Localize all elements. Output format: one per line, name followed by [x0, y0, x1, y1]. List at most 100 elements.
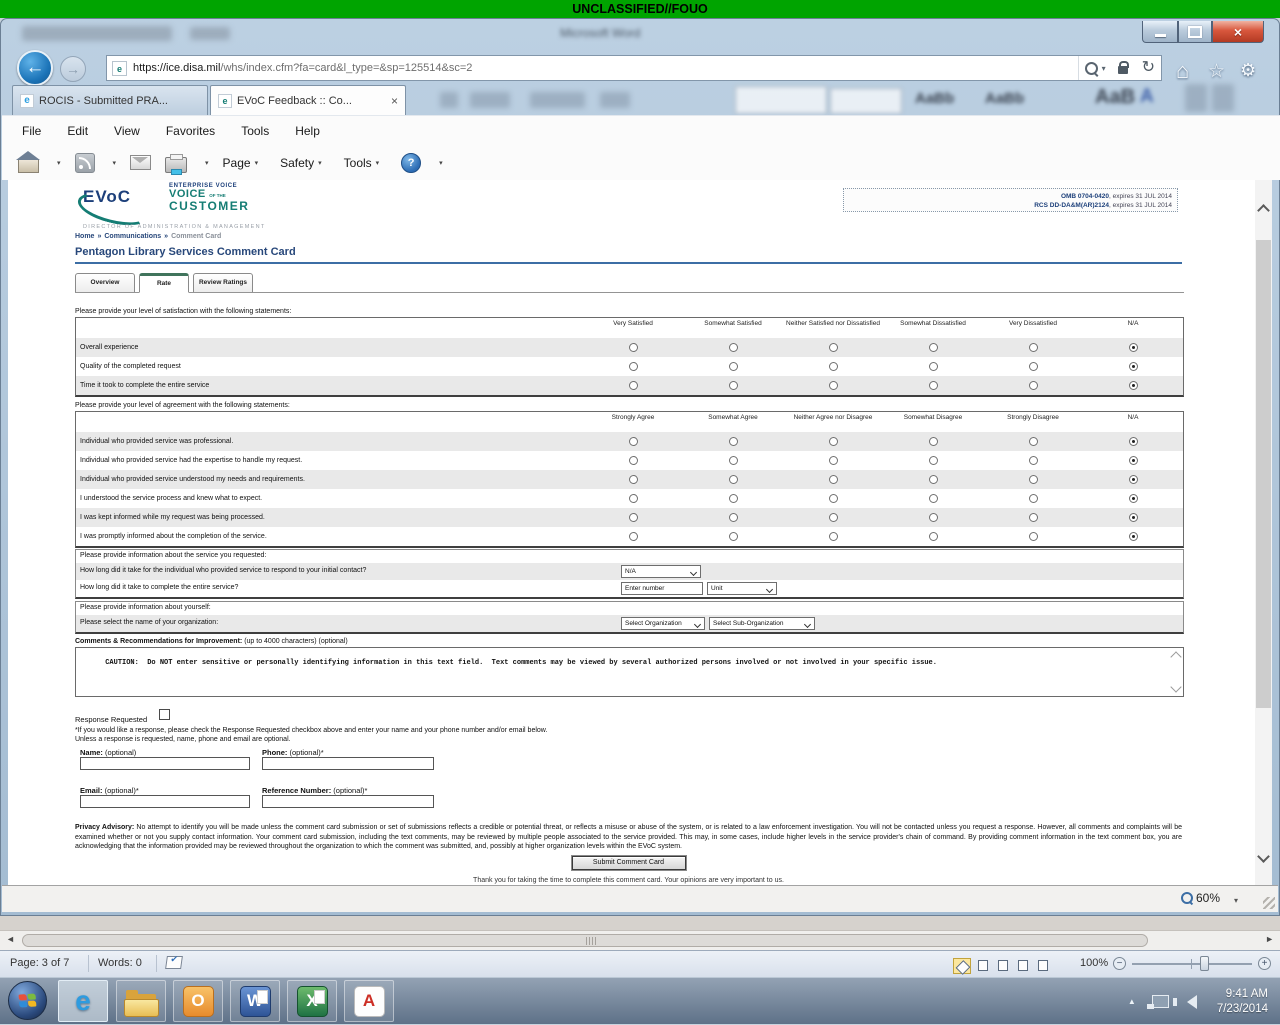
zoom-out-button[interactable]: −: [1113, 957, 1126, 970]
radio-cell[interactable]: [983, 437, 1083, 446]
taskbar-excel[interactable]: X: [287, 980, 337, 1022]
radio-cell[interactable]: [583, 343, 683, 352]
radio-cell[interactable]: [883, 381, 983, 390]
close-button[interactable]: ×: [1212, 21, 1264, 43]
breadcrumb-link[interactable]: Communications: [104, 233, 161, 240]
radio-button[interactable]: [629, 532, 638, 541]
radio-cell[interactable]: [783, 343, 883, 352]
radio-cell[interactable]: [783, 362, 883, 371]
hidden-icons-arrow[interactable]: ▲: [1128, 997, 1136, 1006]
radio-button[interactable]: [729, 532, 738, 541]
radio-button[interactable]: [629, 381, 638, 390]
draft-view-button[interactable]: [1033, 956, 1051, 972]
radio-cell[interactable]: [983, 381, 1083, 390]
radio-cell[interactable]: [983, 513, 1083, 522]
radio-cell[interactable]: [683, 437, 783, 446]
phone-field[interactable]: [262, 757, 434, 770]
radio-cell[interactable]: [683, 494, 783, 503]
forward-button[interactable]: →: [60, 56, 86, 82]
radio-cell[interactable]: [1083, 362, 1183, 371]
breadcrumb-link[interactable]: Home: [75, 233, 94, 240]
radio-button[interactable]: [929, 437, 938, 446]
radio-cell[interactable]: [883, 437, 983, 446]
browser-tab-evoc[interactable]: e EVoC Feedback :: Co... ×: [210, 85, 406, 115]
outline-view-button[interactable]: [1013, 956, 1031, 972]
command-item[interactable]: Tools▾: [344, 156, 380, 170]
chevron-down-icon[interactable]: ▾: [113, 159, 117, 167]
radio-cell[interactable]: [883, 532, 983, 541]
radio-button[interactable]: [629, 362, 638, 371]
name-field[interactable]: [80, 757, 250, 770]
chevron-down-icon[interactable]: ▾: [205, 159, 209, 167]
radio-button[interactable]: [829, 456, 838, 465]
zoom-dropdown-icon[interactable]: ▾: [1234, 896, 1238, 905]
home-toolbar-icon[interactable]: [18, 159, 39, 173]
print-icon[interactable]: [165, 157, 187, 173]
radio-button[interactable]: [629, 437, 638, 446]
radio-cell[interactable]: [1083, 494, 1183, 503]
page-vertical-scrollbar[interactable]: [1255, 180, 1272, 885]
search-icon[interactable]: [1085, 62, 1098, 75]
radio-button[interactable]: [629, 494, 638, 503]
tab-review-ratings[interactable]: Review Ratings: [193, 273, 253, 293]
radio-cell[interactable]: [783, 437, 883, 446]
radio-cell[interactable]: [783, 513, 883, 522]
scrollbar-thumb[interactable]: [22, 934, 1148, 947]
radio-button[interactable]: [729, 437, 738, 446]
radio-button[interactable]: [829, 381, 838, 390]
radio-button[interactable]: [829, 437, 838, 446]
radio-button[interactable]: [1029, 381, 1038, 390]
radio-cell[interactable]: [683, 362, 783, 371]
comments-textarea[interactable]: CAUTION: Do NOT enter sensitive or perso…: [75, 647, 1184, 697]
radio-cell[interactable]: [683, 381, 783, 390]
start-button[interactable]: [8, 981, 47, 1020]
radio-cell[interactable]: [883, 343, 983, 352]
radio-button[interactable]: [629, 513, 638, 522]
radio-cell[interactable]: [983, 343, 1083, 352]
radio-button[interactable]: [629, 456, 638, 465]
radio-button[interactable]: [929, 381, 938, 390]
radio-button-selected[interactable]: [1129, 475, 1138, 484]
radio-cell[interactable]: [683, 475, 783, 484]
tab-close-icon[interactable]: ×: [391, 94, 398, 108]
radio-cell[interactable]: [983, 532, 1083, 541]
back-button[interactable]: ←: [17, 50, 53, 86]
radio-button[interactable]: [729, 456, 738, 465]
zoom-in-button[interactable]: +: [1258, 957, 1271, 970]
scroll-up-icon[interactable]: [1257, 204, 1270, 217]
radio-button[interactable]: [1029, 513, 1038, 522]
submit-comment-card-button[interactable]: Submit Comment Card: [572, 856, 686, 870]
radio-button[interactable]: [829, 494, 838, 503]
radio-button[interactable]: [1029, 362, 1038, 371]
zoom-slider-track[interactable]: [1132, 963, 1252, 965]
scroll-up-icon[interactable]: [1170, 651, 1181, 662]
radio-button[interactable]: [829, 475, 838, 484]
radio-button-selected[interactable]: [1129, 494, 1138, 503]
chevron-down-icon[interactable]: ▾: [439, 159, 443, 167]
browser-tab-rocis[interactable]: e ROCIS - Submitted PRA...: [12, 85, 208, 115]
radio-cell[interactable]: [883, 362, 983, 371]
word-zoom-level[interactable]: 100%: [1080, 957, 1108, 969]
radio-button[interactable]: [929, 475, 938, 484]
radio-button[interactable]: [929, 532, 938, 541]
word-page-indicator[interactable]: Page: 3 of 7: [10, 957, 69, 969]
menu-item[interactable]: Favorites: [166, 124, 215, 138]
menu-item[interactable]: Tools: [241, 124, 269, 138]
radio-button[interactable]: [629, 475, 638, 484]
radio-button-selected[interactable]: [1129, 437, 1138, 446]
organization-select[interactable]: Select Organization: [621, 617, 705, 630]
rss-feed-icon[interactable]: [75, 153, 95, 173]
email-field[interactable]: [80, 795, 250, 808]
radio-cell[interactable]: [783, 456, 883, 465]
radio-cell[interactable]: [583, 437, 683, 446]
radio-cell[interactable]: [883, 456, 983, 465]
menu-item[interactable]: View: [114, 124, 140, 138]
radio-cell[interactable]: [983, 456, 1083, 465]
maximize-button[interactable]: [1178, 21, 1212, 43]
tab-rate[interactable]: Rate: [139, 273, 189, 293]
refresh-icon[interactable]: ↻: [1142, 60, 1155, 76]
volume-icon[interactable]: [1187, 995, 1197, 1009]
radio-button[interactable]: [729, 475, 738, 484]
radio-button[interactable]: [929, 494, 938, 503]
word-horizontal-scrollbar[interactable]: ◄ ►: [0, 930, 1280, 950]
